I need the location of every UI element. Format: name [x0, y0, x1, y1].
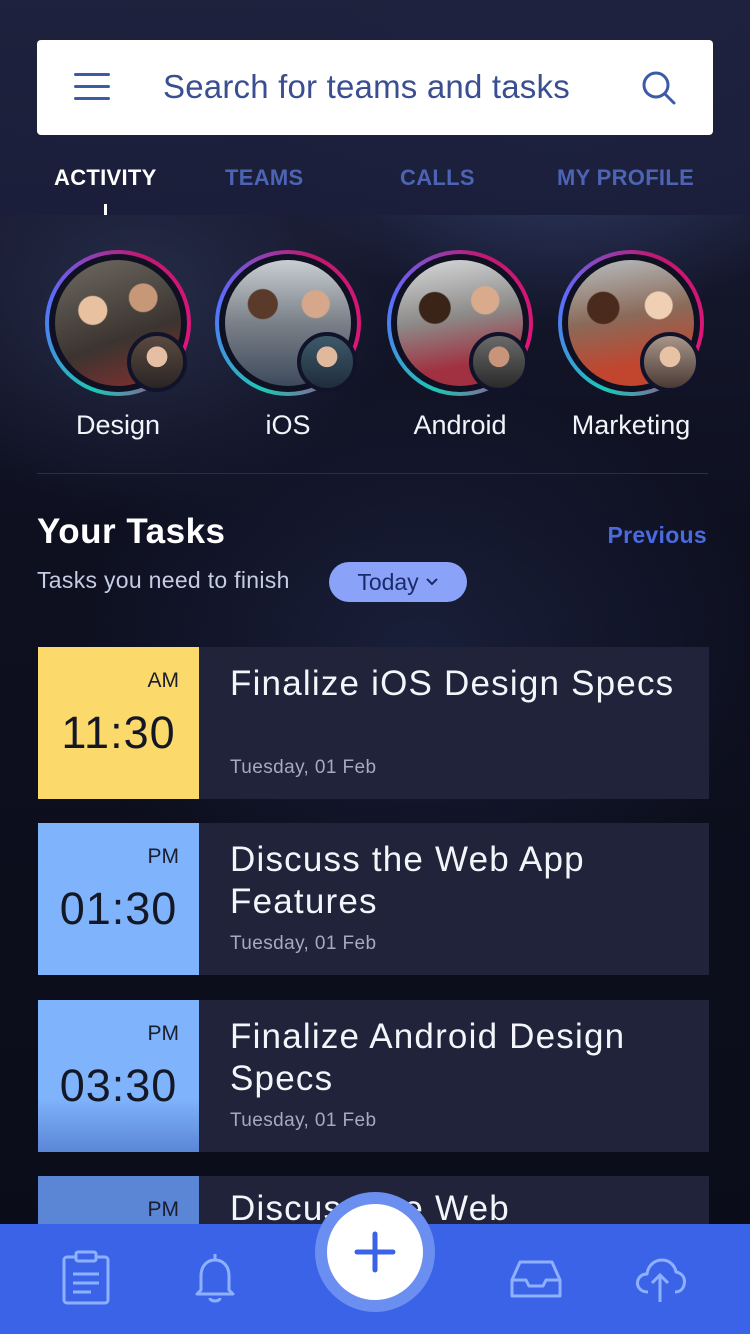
team-avatar-ring — [215, 250, 361, 396]
task-ampm: AM — [147, 669, 180, 692]
date-filter-dropdown[interactable]: Today — [329, 562, 467, 602]
task-card[interactable]: AM 11:30 Finalize iOS Design Specs Tuesd… — [38, 647, 709, 799]
task-card[interactable]: PM 03:30 Finalize Android Design Specs T… — [38, 1000, 709, 1152]
member-avatar — [127, 332, 187, 392]
task-ampm: PM — [147, 845, 180, 868]
menu-icon[interactable] — [74, 73, 110, 101]
task-title: Finalize Android Design Specs — [230, 1017, 626, 1098]
tab-calls[interactable]: CALLS — [400, 165, 475, 191]
task-title: Discuss the Web — [230, 1189, 510, 1224]
team-avatar-ring — [45, 250, 191, 396]
divider — [37, 473, 708, 474]
task-card[interactable]: PM 01:30 Discuss the Web App Features Tu… — [38, 823, 709, 975]
add-icon — [354, 1231, 396, 1273]
team-android[interactable]: Android — [380, 250, 540, 441]
task-time-box: PM 01:30 — [38, 823, 199, 975]
team-name: Marketing — [571, 410, 691, 440]
task-date: Tuesday, 01 Feb — [230, 1110, 377, 1131]
search-input[interactable]: Search for teams and tasks — [163, 68, 570, 106]
task-title: Discuss the Web App Features — [230, 840, 585, 921]
team-avatar-ring — [558, 250, 704, 396]
date-filter-label: Today — [357, 568, 419, 595]
tab-teams[interactable]: TEAMS — [225, 165, 304, 191]
task-time: 03:30 — [59, 1060, 178, 1111]
tab-activity[interactable]: ACTIVITY — [54, 165, 157, 191]
team-name: iOS — [265, 410, 311, 440]
team-marketing[interactable]: Marketing — [551, 250, 711, 441]
task-time: 11:30 — [61, 707, 176, 758]
add-task-button[interactable] — [327, 1204, 423, 1300]
task-date: Tuesday, 01 Feb — [230, 757, 377, 778]
team-name: Android — [413, 410, 507, 440]
task-ampm: PM — [147, 1198, 180, 1221]
task-time: 01:30 — [59, 883, 178, 934]
teams-row: Design iOS Android Marketing — [0, 250, 750, 450]
tab-my-profile[interactable]: MY PROFILE — [557, 165, 694, 191]
cloud-upload-icon[interactable] — [632, 1250, 688, 1306]
bell-icon[interactable] — [187, 1250, 243, 1306]
active-tab-indicator — [104, 204, 107, 215]
task-date: Tuesday, 01 Feb — [230, 933, 377, 954]
task-ampm: PM — [147, 1022, 180, 1045]
section-title: Your Tasks — [37, 512, 226, 551]
section-subtitle: Tasks you need to finish — [37, 567, 290, 593]
team-design[interactable]: Design — [38, 250, 198, 441]
member-avatar — [297, 332, 357, 392]
chevron-down-icon — [425, 578, 438, 586]
team-avatar-ring — [387, 250, 533, 396]
tab-bar: ACTIVITY TEAMS CALLS MY PROFILE — [0, 165, 750, 215]
team-name: Design — [75, 410, 161, 440]
member-avatar — [469, 332, 529, 392]
member-avatar — [640, 332, 700, 392]
task-time-box: PM 03:30 — [38, 1000, 199, 1152]
clipboard-icon[interactable] — [58, 1250, 114, 1306]
search-bar[interactable]: Search for teams and tasks — [37, 40, 713, 135]
task-time-box: AM 11:30 — [38, 647, 199, 799]
search-icon[interactable] — [641, 70, 677, 106]
task-title: Finalize iOS Design Specs — [230, 664, 675, 703]
team-ios[interactable]: iOS — [208, 250, 368, 441]
task-time-box: PM — [38, 1176, 199, 1224]
previous-link[interactable]: Previous — [607, 522, 707, 549]
inbox-icon[interactable] — [508, 1250, 564, 1306]
